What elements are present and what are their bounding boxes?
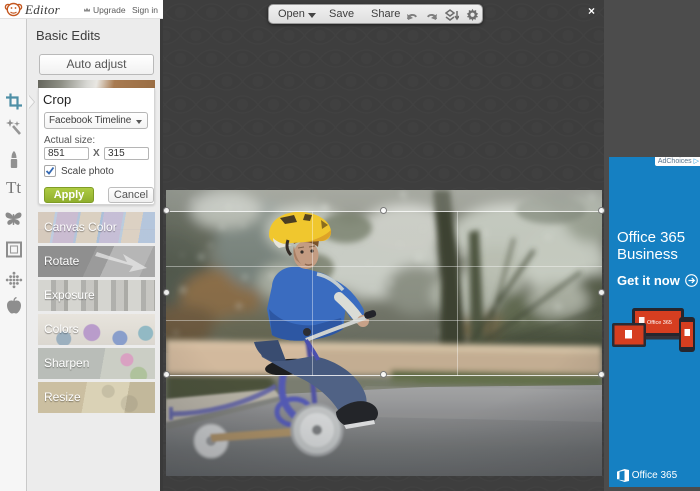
svg-text:Office 365: Office 365 [647, 320, 672, 326]
